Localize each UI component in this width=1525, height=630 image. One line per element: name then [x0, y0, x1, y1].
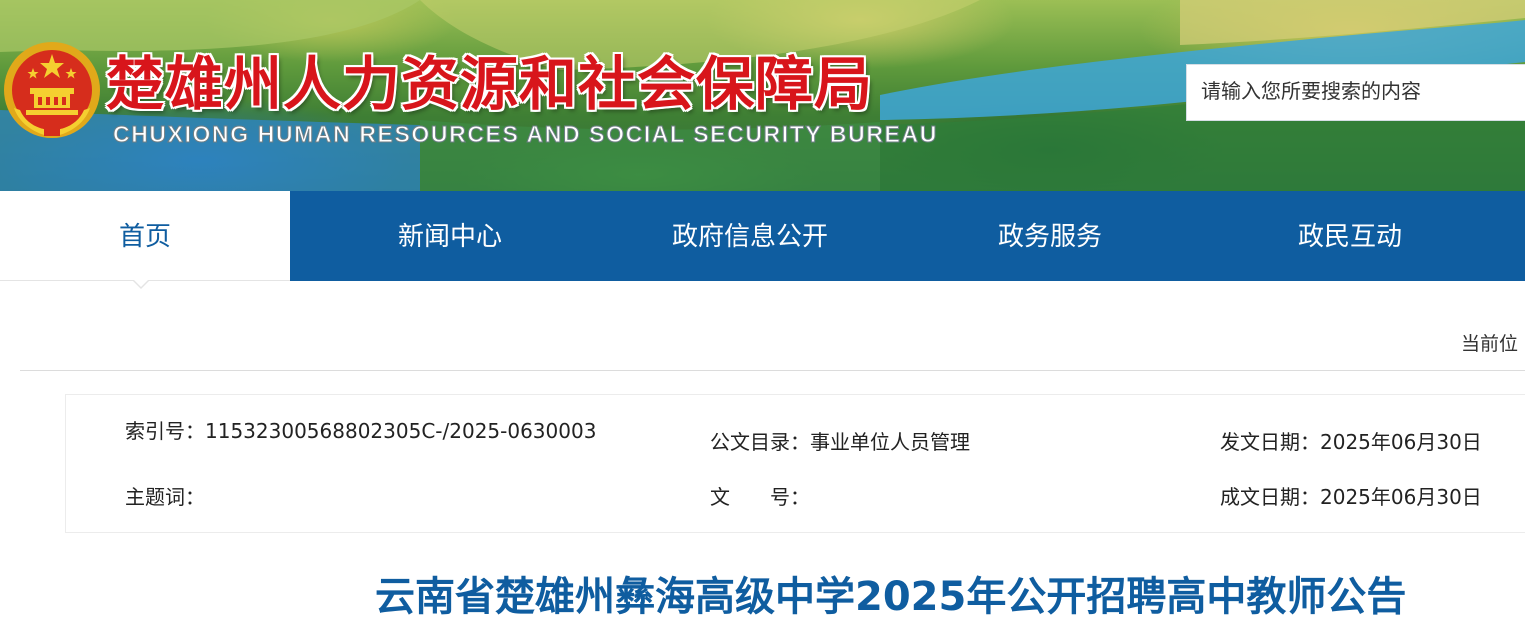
- nav-item-home[interactable]: 首页: [0, 191, 290, 289]
- meta-issue-date-label: 发文日期：: [1220, 430, 1320, 454]
- meta-issue-date: 发文日期：2025年06月30日: [1220, 426, 1482, 455]
- meta-doc-no-label: 文 号：: [710, 485, 810, 509]
- nav-item-label: 政府信息公开: [671, 222, 828, 252]
- nav-item-label: 政民互动: [1297, 222, 1402, 252]
- nav-item-gov-services[interactable]: 政务服务: [900, 191, 1200, 281]
- nav-item-news-center[interactable]: 新闻中心: [300, 191, 600, 281]
- meta-index-label: 索引号：: [125, 419, 205, 443]
- meta-created-date-label: 成文日期：: [1220, 485, 1320, 509]
- meta-index: 索引号：11532300568802305C-/2025-0630003: [125, 415, 596, 444]
- nav-item-public-interaction[interactable]: 政民互动: [1200, 191, 1500, 281]
- meta-created-date-value: 2025年06月30日: [1320, 485, 1482, 509]
- header-banner: 楚雄州人力资源和社会保障局 CHUXIONG HUMAN RESOURCES A…: [0, 0, 1525, 191]
- nav-item-gov-info-disclosure[interactable]: 政府信息公开: [600, 191, 900, 281]
- meta-catalog-label: 公文目录：: [710, 430, 810, 454]
- meta-catalog-value: 事业单位人员管理: [810, 430, 970, 454]
- active-caret-icon: [133, 280, 149, 289]
- meta-issue-date-value: 2025年06月30日: [1320, 430, 1482, 454]
- meta-index-value: 11532300568802305C-/2025-0630003: [205, 419, 597, 443]
- meta-created-date: 成文日期：2025年06月30日: [1220, 481, 1482, 510]
- nav-item-label: 新闻中心: [397, 222, 502, 252]
- breadcrumb: 当前位: [1461, 333, 1519, 355]
- site-title: 楚雄州人力资源和社会保障局: [106, 50, 874, 118]
- divider: [20, 370, 1525, 371]
- article-title: 云南省楚雄州彝海高级中学2025年公开招聘高中教师公告: [375, 574, 1407, 620]
- site-subtitle: CHUXIONG HUMAN RESOURCES AND SOCIAL SECU…: [113, 121, 938, 148]
- nav-item-label: 政务服务: [997, 222, 1102, 252]
- search-input[interactable]: [1186, 64, 1525, 121]
- meta-subject-label: 主题词：: [125, 485, 205, 509]
- meta-subject: 主题词：: [125, 481, 205, 510]
- national-emblem-icon: [4, 42, 100, 138]
- nav-item-label: 首页: [118, 222, 171, 252]
- meta-doc-no: 文 号：: [710, 481, 810, 510]
- main-nav: 首页 新闻中心 政府信息公开 政务服务 政民互动: [0, 191, 1525, 289]
- meta-catalog: 公文目录：事业单位人员管理: [710, 426, 970, 455]
